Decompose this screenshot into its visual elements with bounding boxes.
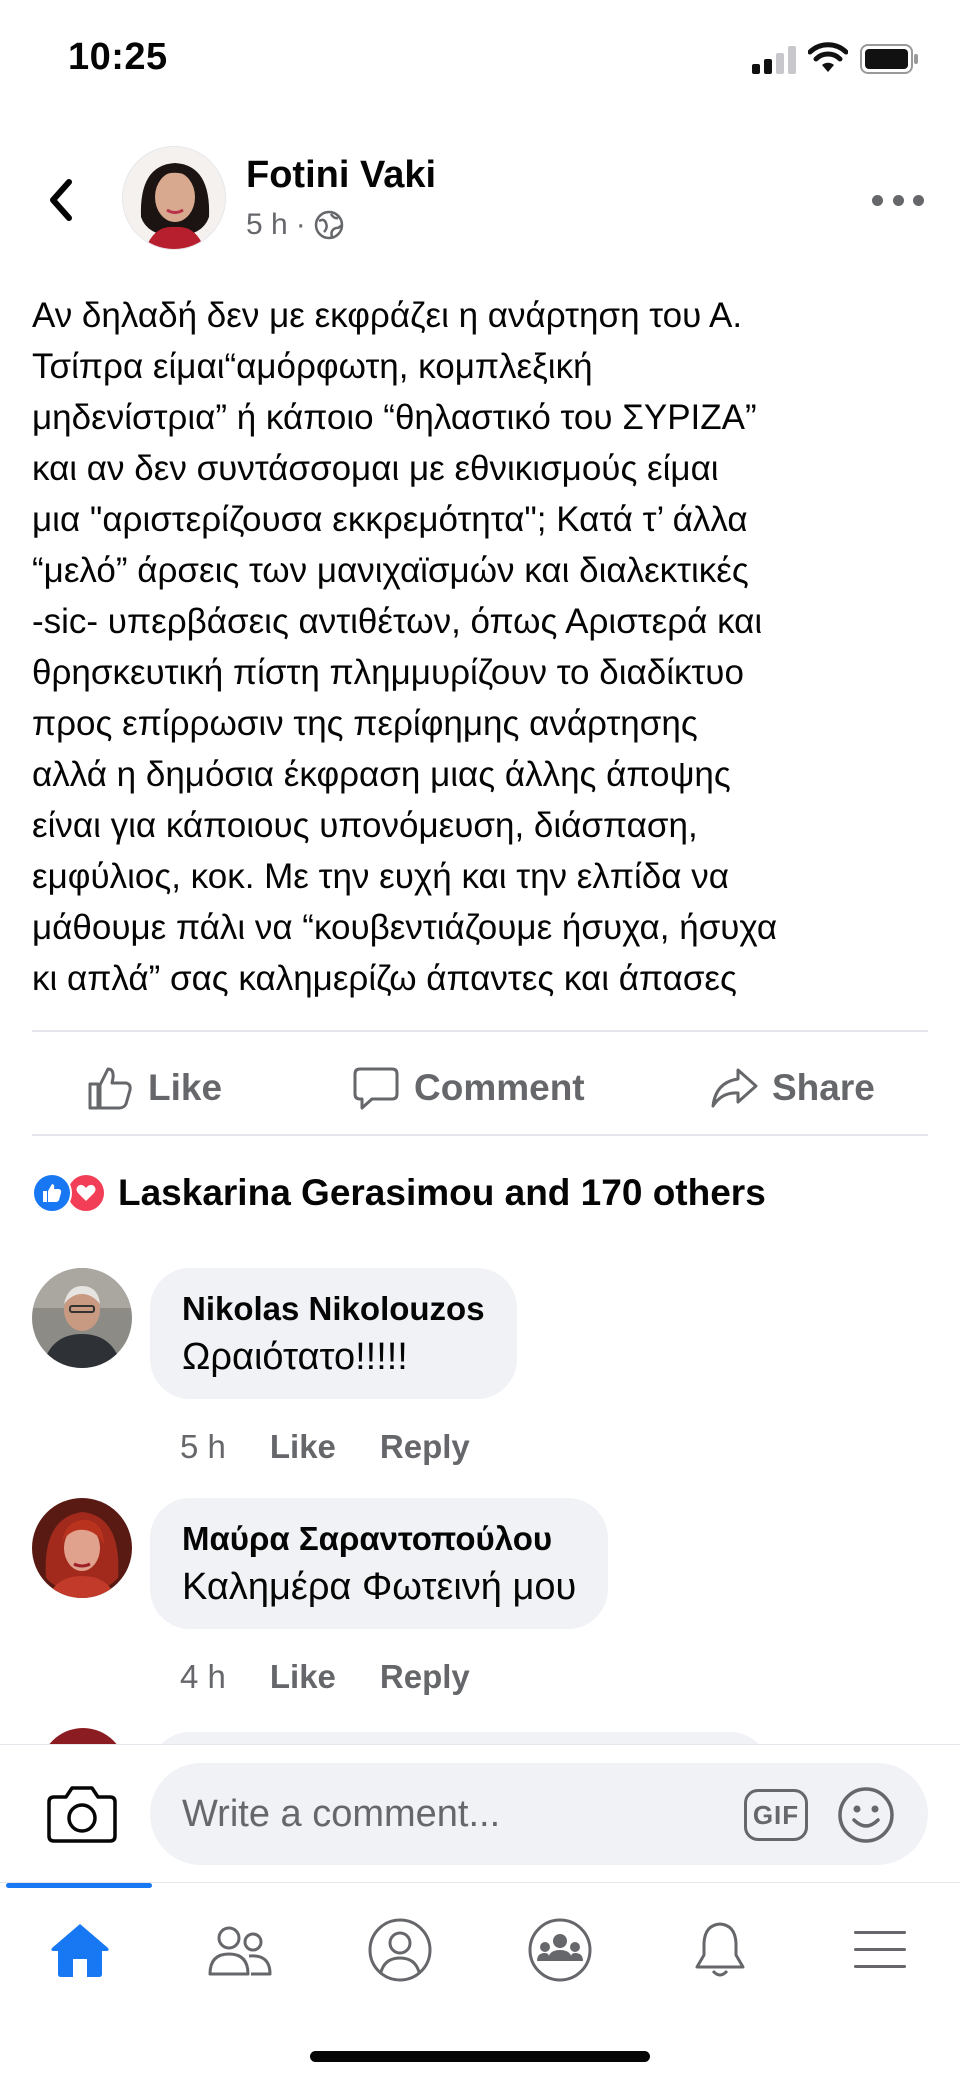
comment-text: Ωραιότατο!!!!!	[182, 1336, 408, 1378]
active-tab-indicator	[6, 1883, 152, 1888]
meta-separator: ·	[295, 208, 306, 241]
comment-icon	[353, 1067, 399, 1110]
comment-like-link[interactable]: Like	[270, 1428, 336, 1466]
comment-bubble[interactable]: Nikolas Nikolouzos Ωραιότατο!!!!!	[150, 1268, 517, 1399]
comment-bubble	[150, 1732, 770, 1744]
tab-bar	[0, 1882, 960, 2079]
commenter-name[interactable]: Nikolas Nikolouzos	[182, 1290, 485, 1328]
comment-composer: GIF	[0, 1744, 960, 1882]
comment-reply-link[interactable]: Reply	[380, 1428, 470, 1466]
comment-input[interactable]	[182, 1783, 742, 1845]
comment-time: 4 h	[180, 1658, 226, 1695]
comment-meta: 4 h Like Reply	[180, 1658, 470, 1696]
profile-icon	[368, 1918, 432, 1982]
author-avatar[interactable]	[122, 146, 226, 250]
reactions-summary[interactable]: Laskarina Gerasimou and 170 others	[32, 1168, 766, 1218]
comment-label: Comment	[414, 1067, 585, 1108]
author-name[interactable]: Fotini Vaki	[246, 154, 436, 197]
commenter-avatar[interactable]	[32, 1268, 132, 1368]
post-header: Fotini Vaki 5 h ·	[0, 140, 960, 260]
camera-icon	[47, 1786, 117, 1843]
commenter-name[interactable]: Μαύρα Σαραντοπούλου	[182, 1520, 576, 1558]
share-icon	[711, 1068, 758, 1108]
cellular-signal-icon	[752, 46, 798, 74]
partial-comment	[0, 1724, 960, 1744]
status-time: 10:25	[68, 36, 168, 78]
tab-profile[interactable]	[320, 1905, 480, 1995]
post-meta: 5 h ·	[246, 208, 344, 242]
like-label: Like	[148, 1067, 223, 1108]
comment-bubble[interactable]: Μαύρα Σαραντοπούλου Καλημέρα Φωτεινή μου	[150, 1498, 609, 1629]
share-label: Share	[772, 1067, 875, 1108]
thumbs-up-icon	[88, 1067, 132, 1110]
groups-icon	[528, 1918, 592, 1982]
comment-button[interactable]: Comment	[352, 1058, 585, 1118]
tab-notifications[interactable]	[640, 1905, 800, 1995]
comment-meta: 5 h Like Reply	[180, 1428, 470, 1466]
like-reaction-icon	[32, 1173, 72, 1213]
emoji-icon[interactable]	[836, 1785, 896, 1845]
post-time[interactable]: 5 h	[246, 208, 288, 242]
more-options-button[interactable]	[872, 188, 924, 212]
camera-button[interactable]	[46, 1783, 118, 1845]
comment-reply-link[interactable]: Reply	[380, 1658, 470, 1696]
post-text: Αν δηλαδή δεν με εκφράζει η ανάρτηση του…	[32, 296, 778, 998]
battery-icon	[860, 44, 918, 74]
back-button[interactable]	[36, 170, 84, 230]
comment-text: Καλημέρα Φωτεινή μου	[182, 1566, 577, 1608]
reactions-text[interactable]: Laskarina Gerasimou and 170 others	[118, 1172, 766, 1214]
gif-button[interactable]: GIF	[744, 1789, 808, 1841]
love-reaction-icon	[66, 1173, 106, 1213]
home-indicator	[310, 2051, 650, 2062]
commenter-avatar	[40, 1728, 126, 1744]
comment-time: 5 h	[180, 1428, 226, 1465]
divider	[32, 1134, 928, 1136]
menu-icon	[854, 1931, 906, 1968]
post-actions: Like Comment Share	[0, 1040, 960, 1136]
home-icon	[51, 1924, 109, 1977]
comment-like-link[interactable]: Like	[270, 1658, 336, 1696]
comment-input-container[interactable]: GIF	[150, 1763, 928, 1865]
friends-icon	[208, 1926, 272, 1976]
globe-icon	[314, 210, 343, 240]
tab-menu[interactable]	[800, 1905, 960, 1995]
commenter-avatar[interactable]	[32, 1498, 132, 1598]
divider	[32, 1030, 928, 1032]
tab-friends[interactable]	[160, 1905, 320, 1995]
chevron-left-icon	[50, 179, 72, 221]
wifi-icon	[808, 42, 848, 72]
like-button[interactable]: Like	[86, 1058, 222, 1118]
share-button[interactable]: Share	[710, 1058, 875, 1118]
gif-label: GIF	[752, 1799, 800, 1830]
tab-home[interactable]	[0, 1905, 160, 1995]
bell-icon	[695, 1922, 745, 1977]
tab-groups[interactable]	[480, 1905, 640, 1995]
status-bar: 10:25	[0, 0, 960, 110]
